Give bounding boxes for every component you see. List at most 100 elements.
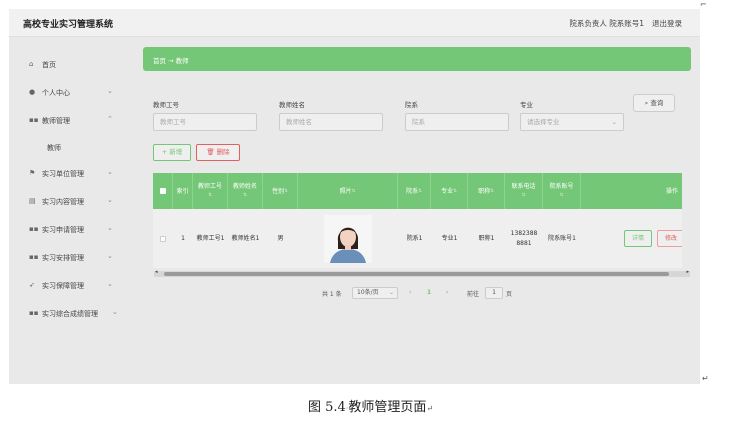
chevron-up-icon: ⌃: [107, 115, 113, 123]
prev-page-icon[interactable]: ‹: [409, 289, 411, 296]
cell-dept-account: 院系账号1: [548, 234, 576, 242]
header-gender[interactable]: 性别 ⇅: [263, 173, 298, 209]
cell-teacher-id: 教师工号1: [196, 234, 225, 242]
header-phone[interactable]: 联系电话 ⇅: [505, 173, 543, 209]
breadcrumb: 首页 → 教师: [153, 55, 189, 65]
detail-button[interactable]: 详情: [624, 230, 652, 247]
home-icon: ⌂: [29, 60, 34, 68]
sidebar: ⌂ 首页 ● 个人中心 ⌄ ▪▪ 教师管理 ⌃ 教师 ⚑ 实习单位管理 ⌄ ▤ …: [9, 37, 134, 384]
header-teacher-id[interactable]: 教师工号 ⇅: [193, 173, 228, 209]
screenshot-frame: 高校专业实习管理系统 院系负责人 院系账号1 退出登录 ⌂ 首页 ● 个人中心 …: [9, 9, 700, 384]
add-button[interactable]: + 新增: [153, 144, 191, 161]
chevron-down-icon: ⌄: [107, 252, 113, 260]
sidebar-item-comprehensive-score[interactable]: ▪▪ 实习综合成绩管理 ⌄: [9, 304, 134, 324]
header-dept-account[interactable]: 院系账号 ⇅: [543, 173, 581, 209]
doc-icon: ▤: [29, 197, 36, 205]
sort-icon: ⇅: [453, 188, 457, 194]
sort-icon: ⇅: [208, 193, 212, 198]
sidebar-item-internship-content[interactable]: ▤ 实习内容管理 ⌄: [9, 192, 134, 212]
paragraph-mark: ↵: [426, 404, 434, 413]
goto-label: 前往: [467, 291, 480, 298]
sort-icon: ⇅: [521, 193, 526, 198]
sort-icon: ⇅: [243, 193, 247, 198]
row-checkbox[interactable]: [160, 235, 166, 242]
page-size-select[interactable]: 10条/页 ⌄: [352, 287, 398, 299]
sidebar-item-internship-application[interactable]: ▪▪ 实习申请管理 ⌄: [9, 220, 134, 240]
header-department[interactable]: 院系 ⇅: [398, 173, 431, 209]
sort-icon: ⇅: [351, 188, 356, 194]
department-input[interactable]: 院系: [405, 113, 509, 131]
sort-icon: ⇅: [418, 188, 422, 194]
horizontal-scrollbar[interactable]: ◂ ▸: [154, 269, 690, 277]
chevron-down-icon: ⌄: [107, 87, 113, 95]
teacher-name-label: 教师姓名: [279, 101, 305, 109]
query-button-label: 查询: [650, 99, 664, 107]
select-all-checkbox-cell[interactable]: [153, 173, 173, 209]
sort-icon: ⇅: [490, 188, 494, 194]
sidebar-item-internship-arrangement[interactable]: ▪▪ 实习安排管理 ⌄: [9, 248, 134, 268]
main-content: 首页 → 教师 教师工号 教师工号 教师姓名 教师姓名 院系 院系 专业 请选择…: [134, 37, 700, 384]
sidebar-item-teacher-management[interactable]: ▪▪ 教师管理 ⌃: [9, 111, 134, 131]
sort-icon: ⇅: [284, 188, 288, 194]
page-size-value: 10条/页: [357, 289, 379, 296]
cell-gender: 男: [277, 234, 284, 242]
sidebar-item-home[interactable]: ⌂ 首页: [9, 55, 134, 75]
scroll-right-icon[interactable]: ▸: [686, 269, 689, 275]
sidebar-item-label: 教师: [47, 144, 61, 152]
sidebar-item-label: 实习单位管理: [42, 170, 84, 178]
pagination: 共 1 条 10条/页 ⌄ ‹ 1 › 前往 1 页: [9, 287, 700, 301]
header-major[interactable]: 专业 ⇅: [431, 173, 468, 209]
next-page-icon[interactable]: ›: [446, 289, 448, 296]
grid-icon: ▪▪: [29, 309, 39, 317]
cell-department: 院系1: [406, 234, 423, 242]
teacher-photo[interactable]: [324, 214, 372, 263]
sidebar-subitem-teacher[interactable]: 教师: [9, 138, 134, 158]
goto-page-input[interactable]: 1: [485, 287, 503, 299]
figure-number: 图 5.4: [307, 400, 346, 415]
edit-button[interactable]: 修改: [657, 230, 682, 247]
row-checkbox-cell[interactable]: [153, 209, 173, 268]
sidebar-item-profile[interactable]: ● 个人中心 ⌄: [9, 83, 134, 103]
header-title[interactable]: 职称 ⇅: [468, 173, 505, 209]
app-title: 高校专业实习管理系统: [23, 20, 114, 30]
header-teacher-name[interactable]: 教师姓名 ⇅: [228, 173, 263, 209]
grid-icon: ▪▪: [29, 253, 39, 261]
scroll-left-icon[interactable]: ◂: [155, 269, 158, 275]
user-icon: ●: [29, 88, 36, 96]
table-row: 1 教师工号1 教师姓名1 男 院系1 专业1 职称1 13823888881 …: [153, 209, 682, 268]
teacher-id-label: 教师工号: [153, 101, 179, 109]
teacher-name-input[interactable]: 教师姓名: [279, 113, 383, 131]
select-all-checkbox[interactable]: [159, 188, 166, 194]
flag-icon: ⚑: [29, 169, 36, 177]
breadcrumb-bar: 首页 → 教师: [143, 47, 691, 71]
teacher-id-input[interactable]: 教师工号: [153, 113, 257, 131]
breadcrumb-arrow: →: [168, 57, 174, 65]
page-corner-mark: ⌐: [700, 0, 707, 9]
chevron-down-icon: ⌄: [112, 308, 118, 316]
scrollbar-thumb[interactable]: [164, 272, 669, 276]
grid-icon: ▪▪: [29, 225, 39, 233]
current-page[interactable]: 1: [427, 289, 431, 296]
trash-icon: 🗑: [206, 148, 215, 156]
chevron-down-icon: ⌄: [388, 289, 394, 296]
cell-index: 1: [181, 234, 185, 242]
figure-caption-text: 教师管理页面: [348, 400, 427, 415]
cell-photo: [298, 209, 398, 268]
query-button[interactable]: ⌕ 查询: [633, 94, 675, 112]
sidebar-item-label: 实习综合成绩管理: [42, 310, 98, 318]
logout-link[interactable]: 退出登录: [652, 18, 682, 29]
header-photo[interactable]: 照片 ⇅: [298, 173, 398, 209]
breadcrumb-home[interactable]: 首页: [153, 57, 166, 65]
major-select[interactable]: 请选择专业 ⌄: [520, 113, 624, 131]
search-icon: ⌕: [644, 99, 649, 107]
user-info: 院系负责人 院系账号1: [569, 19, 644, 28]
top-bar: 高校专业实习管理系统 院系负责人 院系账号1 退出登录: [9, 9, 700, 37]
delete-button[interactable]: 🗑 删除: [196, 144, 240, 161]
sidebar-item-label: 首页: [42, 61, 56, 69]
header-index: 索引: [173, 173, 193, 209]
major-select-placeholder: 请选择专业: [527, 118, 560, 126]
chevron-down-icon: ⌄: [107, 196, 113, 204]
sidebar-item-internship-unit[interactable]: ⚑ 实习单位管理 ⌄: [9, 164, 134, 184]
major-label: 专业: [520, 101, 533, 109]
chevron-down-icon: ⌄: [107, 224, 113, 232]
